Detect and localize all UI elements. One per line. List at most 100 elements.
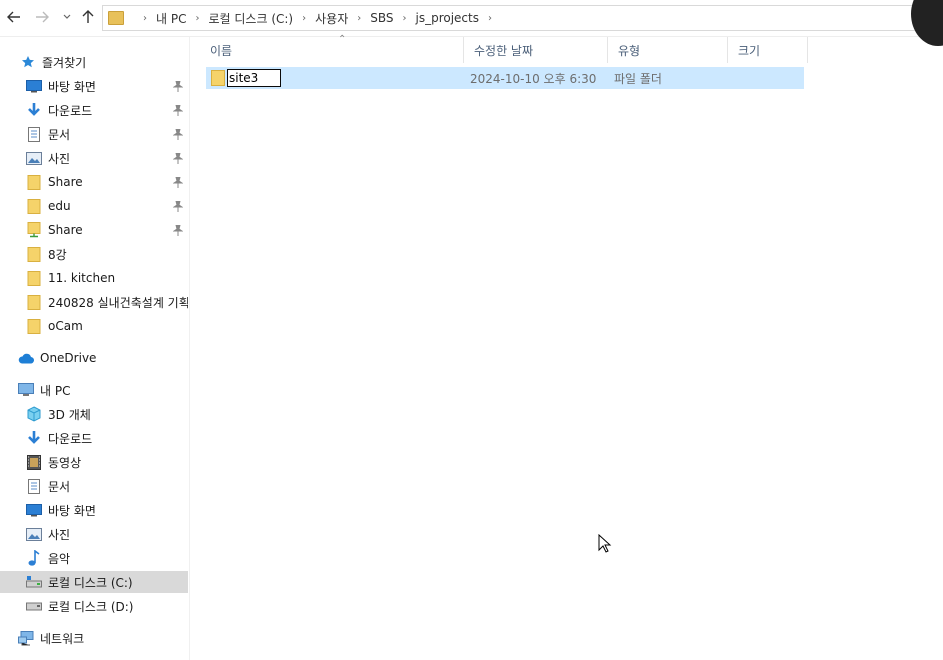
sidebar-item-ocam[interactable]: oCam xyxy=(0,315,188,337)
pictures-icon xyxy=(26,526,42,542)
sidebar-item-documents[interactable]: 문서 xyxy=(0,123,188,145)
desktop-icon xyxy=(26,78,42,94)
sidebar-item-label: 바탕 화면 xyxy=(48,503,96,518)
sidebar-item-downloads-pc[interactable]: 다운로드 xyxy=(0,427,188,449)
sidebar-item-onedrive[interactable]: OneDrive xyxy=(0,347,188,369)
sidebar-item-videos[interactable]: 동영상 xyxy=(0,451,188,473)
sidebar-item-local-disk-c[interactable]: 로컬 디스크 (C:) xyxy=(0,571,188,593)
pin-icon[interactable] xyxy=(172,79,184,93)
network-folder-icon xyxy=(26,222,42,238)
sidebar-item-label: 사진 xyxy=(48,151,71,166)
column-header-name[interactable]: 이름 ⌃ xyxy=(200,34,464,63)
sidebar-item-downloads[interactable]: 다운로드 xyxy=(0,99,188,121)
breadcrumb-separator-icon[interactable]: › xyxy=(403,13,407,24)
breadcrumb-separator-icon[interactable]: › xyxy=(302,13,306,24)
sidebar-item-desktop[interactable]: 바탕 화면 xyxy=(0,75,188,97)
sidebar-item-label: edu xyxy=(48,199,71,213)
column-header-label: 수정한 날짜 xyxy=(474,43,534,58)
column-header-label: 유형 xyxy=(618,43,641,58)
breadcrumb-item-this-pc[interactable]: 내 PC xyxy=(156,10,186,27)
sidebar-item-label: 로컬 디스크 (D:) xyxy=(48,599,134,614)
sidebar-item-label: 네트워크 xyxy=(40,631,85,646)
sidebar-item-quick-access[interactable]: 즐겨찾기 xyxy=(0,51,188,73)
sidebar-item-label: 240828 실내건축설계 기획 xyxy=(48,295,188,310)
sidebar-item-label: Share xyxy=(48,175,83,189)
file-row[interactable]: 2024-10-10 오후 6:30 파일 폴더 xyxy=(206,67,804,89)
sidebar-item-label: oCam xyxy=(48,319,83,333)
sidebar-item-label: 내 PC xyxy=(40,383,71,398)
sidebar-item-music[interactable]: 음악 xyxy=(0,547,188,569)
sidebar-item-label: 다운로드 xyxy=(48,103,93,118)
breadcrumb-separator-icon[interactable]: › xyxy=(195,13,199,24)
sidebar-item-label: 바탕 화면 xyxy=(48,79,96,94)
file-type: 파일 폴더 xyxy=(614,71,662,86)
file-date: 2024-10-10 오후 6:30 xyxy=(470,71,597,86)
sidebar-item-documents-pc[interactable]: 문서 xyxy=(0,475,188,497)
sidebar-item-pictures[interactable]: 사진 xyxy=(0,147,188,169)
column-header-date[interactable]: 수정한 날짜 xyxy=(464,37,608,63)
star-icon xyxy=(20,54,36,70)
sidebar-item-3d-objects[interactable]: 3D 개체 xyxy=(0,403,188,425)
up-arrow-icon xyxy=(82,10,94,23)
sidebar-item-label: 다운로드 xyxy=(48,431,93,446)
breadcrumb-separator-icon[interactable]: › xyxy=(488,13,492,24)
sidebar-item-label: 음악 xyxy=(48,551,71,566)
sidebar-item-share[interactable]: Share xyxy=(0,171,188,193)
computer-icon xyxy=(18,382,34,398)
recent-locations-button[interactable] xyxy=(60,6,74,28)
sidebar-item-edu[interactable]: edu xyxy=(0,195,188,217)
desktop-icon xyxy=(26,502,42,518)
sidebar-item-local-disk-d[interactable]: 로컬 디스크 (D:) xyxy=(0,595,188,617)
sidebar-item-interior-design[interactable]: 240828 실내건축설계 기획 xyxy=(0,291,188,313)
network-icon xyxy=(18,630,34,646)
sidebar-item-label: 11. kitchen xyxy=(48,271,116,285)
back-button[interactable] xyxy=(4,6,24,28)
navigation-bar: › 내 PC › 로컬 디스크 (C:) › 사용자 › SBS › js_pr… xyxy=(0,0,943,46)
sort-ascending-icon: ⌃ xyxy=(338,34,347,45)
file-list: 이름 ⌃ 수정한 날짜 유형 크기 2024-10-10 오후 6:30 파일 … xyxy=(190,34,943,660)
pin-icon[interactable] xyxy=(172,199,184,213)
breadcrumb-separator-icon[interactable]: › xyxy=(143,13,147,24)
breadcrumb-item-users[interactable]: 사용자 xyxy=(315,10,348,27)
sidebar-item-label: OneDrive xyxy=(40,351,97,365)
mouse-cursor-icon xyxy=(598,533,612,557)
breadcrumb-separator-icon[interactable]: › xyxy=(357,13,361,24)
sidebar-item-8gang[interactable]: 8강 xyxy=(0,243,188,265)
chevron-down-icon xyxy=(63,14,71,19)
download-icon xyxy=(26,430,42,446)
sidebar-item-this-pc[interactable]: 내 PC xyxy=(0,379,188,401)
pin-icon[interactable] xyxy=(172,127,184,141)
forward-button[interactable] xyxy=(32,6,52,28)
pictures-icon xyxy=(26,150,42,166)
rename-input[interactable] xyxy=(227,69,281,87)
column-header-size[interactable]: 크기 xyxy=(728,37,808,63)
music-icon xyxy=(26,550,42,566)
breadcrumb-item-js-projects[interactable]: js_projects xyxy=(416,11,480,25)
breadcrumb-item-sbs[interactable]: SBS xyxy=(370,11,393,25)
sidebar-item-label: 사진 xyxy=(48,527,71,542)
column-header-type[interactable]: 유형 xyxy=(608,37,728,63)
sidebar-item-label: 문서 xyxy=(48,479,71,494)
video-icon xyxy=(26,454,42,470)
folder-icon xyxy=(108,11,124,25)
pin-icon[interactable] xyxy=(172,175,184,189)
column-header-label: 크기 xyxy=(738,43,761,58)
folder-icon xyxy=(26,174,42,190)
address-bar[interactable]: › 내 PC › 로컬 디스크 (C:) › 사용자 › SBS › js_pr… xyxy=(102,5,934,31)
sidebar-item-share-network[interactable]: Share xyxy=(0,219,188,241)
cloud-icon xyxy=(18,350,34,366)
back-arrow-icon xyxy=(7,11,20,23)
sidebar-item-desktop-pc[interactable]: 바탕 화면 xyxy=(0,499,188,521)
document-icon xyxy=(26,478,42,494)
sidebar-item-kitchen[interactable]: 11. kitchen xyxy=(0,267,188,289)
pin-icon[interactable] xyxy=(172,103,184,117)
pin-icon[interactable] xyxy=(172,223,184,237)
column-header-label: 이름 xyxy=(210,43,233,58)
drive-icon xyxy=(26,598,42,614)
breadcrumb-item-local-disk-c[interactable]: 로컬 디스크 (C:) xyxy=(208,10,293,27)
sidebar-item-label: 3D 개체 xyxy=(48,407,91,422)
up-button[interactable] xyxy=(78,6,98,28)
sidebar-item-network[interactable]: 네트워크 xyxy=(0,627,188,649)
pin-icon[interactable] xyxy=(172,151,184,165)
sidebar-item-pictures-pc[interactable]: 사진 xyxy=(0,523,188,545)
